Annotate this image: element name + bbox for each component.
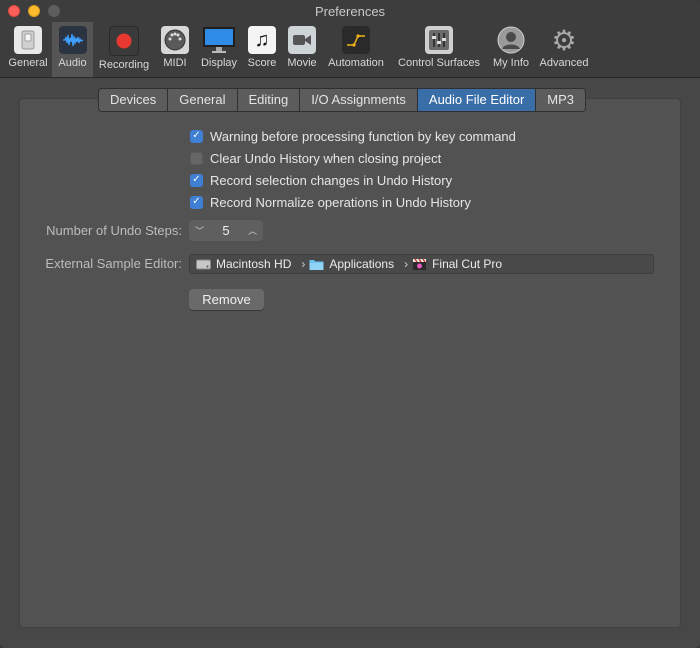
toolbar-item-display[interactable]: Display bbox=[197, 22, 241, 77]
gear-icon: ⚙ bbox=[551, 24, 577, 56]
faders-icon bbox=[425, 26, 453, 54]
option-clear-undo-history[interactable]: Clear Undo History when closing project bbox=[190, 149, 441, 167]
toolbar-item-label: Automation bbox=[328, 57, 384, 69]
toolbar-item-midi[interactable]: MIDI bbox=[158, 22, 192, 77]
toolbar-item-recording[interactable]: Recording bbox=[95, 22, 153, 77]
midi-port-icon bbox=[161, 26, 189, 54]
undo-steps-stepper[interactable]: ﹀ 5 ︿ bbox=[189, 220, 263, 241]
chevron-down-icon[interactable]: ﹀ bbox=[195, 224, 204, 237]
waveform-icon bbox=[58, 26, 87, 54]
window-title: Preferences bbox=[314, 4, 386, 19]
chevron-up-icon[interactable]: ︿ bbox=[248, 224, 257, 237]
toolbar-item-label: Recording bbox=[98, 59, 150, 71]
option-warning-key-command[interactable]: ✓ Warning before processing function by … bbox=[190, 127, 516, 145]
toolbar-item-label: Score bbox=[247, 57, 277, 69]
preferences-toolbar: General Audio Recording MIDI Display ♫ S… bbox=[0, 22, 700, 78]
external-editor-path[interactable]: Macintosh HD › Applications › Final Cut … bbox=[189, 254, 654, 274]
checkbox-record-selection-changes[interactable]: ✓ bbox=[190, 173, 203, 187]
chevron-right-icon: › bbox=[404, 257, 409, 271]
toolbar-item-automation[interactable]: Automation bbox=[324, 22, 388, 77]
music-note-icon: ♫ bbox=[248, 26, 276, 54]
remove-button[interactable]: Remove bbox=[189, 289, 264, 310]
option-label: Record Normalize operations in Undo Hist… bbox=[210, 194, 471, 210]
checkbox-clear-undo-history[interactable] bbox=[190, 151, 203, 165]
chevron-right-icon: › bbox=[301, 257, 306, 271]
option-record-normalize[interactable]: ✓ Record Normalize operations in Undo Hi… bbox=[190, 193, 471, 211]
checkbox-warning-key-command[interactable]: ✓ bbox=[190, 129, 203, 143]
monitor-icon bbox=[202, 26, 236, 54]
toolbar-item-audio[interactable]: Audio bbox=[52, 22, 93, 77]
option-label: Record selection changes in Undo History bbox=[210, 172, 453, 188]
tab-editing[interactable]: Editing bbox=[238, 89, 301, 111]
toolbar-item-my-info[interactable]: My Info bbox=[489, 22, 533, 77]
toolbar-item-label: MIDI bbox=[163, 57, 187, 69]
path-segment-drive[interactable]: Macintosh HD bbox=[196, 257, 291, 271]
path-label-app: Final Cut Pro bbox=[432, 257, 503, 271]
toolbar-item-label: Control Surfaces bbox=[398, 57, 480, 69]
toolbar-item-label: My Info bbox=[492, 57, 530, 69]
option-label: Clear Undo History when closing project bbox=[210, 150, 442, 166]
undo-steps-label: Number of Undo Steps: bbox=[46, 223, 182, 238]
toolbar-item-label: Audio bbox=[58, 57, 87, 69]
toolbar-item-advanced[interactable]: ⚙ Advanced bbox=[537, 22, 591, 77]
tab-io-assignments[interactable]: I/O Assignments bbox=[300, 89, 418, 111]
toolbar-item-general[interactable]: General bbox=[4, 22, 52, 77]
preferences-window: Preferences General Audio Recording MIDI… bbox=[0, 0, 700, 648]
record-icon bbox=[109, 26, 139, 56]
tab-mp3[interactable]: MP3 bbox=[536, 89, 585, 111]
toolbar-item-label: Display bbox=[200, 57, 238, 69]
option-label: Warning before processing function by ke… bbox=[210, 128, 516, 144]
external-editor-label: External Sample Editor: bbox=[45, 256, 182, 271]
toolbar-item-label: Movie bbox=[287, 57, 317, 69]
path-label-drive: Macintosh HD bbox=[216, 257, 292, 271]
folder-icon bbox=[309, 259, 324, 270]
path-segment-applications[interactable]: Applications bbox=[309, 257, 394, 271]
toolbar-item-label: Advanced bbox=[539, 57, 589, 69]
audio-tab-bar: Devices General Editing I/O Assignments … bbox=[98, 88, 587, 112]
toolbar-item-movie[interactable]: Movie bbox=[284, 22, 320, 77]
tab-audio-file-editor[interactable]: Audio File Editor bbox=[417, 89, 537, 111]
toolbar-item-label: General bbox=[8, 57, 48, 69]
undo-steps-value: 5 bbox=[222, 223, 230, 238]
switch-icon bbox=[14, 26, 42, 54]
toolbar-item-score[interactable]: ♫ Score bbox=[245, 22, 279, 77]
user-icon bbox=[497, 26, 525, 54]
path-label-applications: Applications bbox=[329, 257, 395, 271]
title-bar: Preferences bbox=[0, 0, 700, 22]
video-camera-icon bbox=[288, 26, 316, 54]
checkbox-record-normalize[interactable]: ✓ bbox=[190, 195, 203, 209]
tab-general[interactable]: General bbox=[168, 89, 238, 111]
automation-curve-icon bbox=[342, 26, 370, 54]
hard-drive-icon bbox=[196, 259, 211, 269]
toolbar-item-control-surfaces[interactable]: Control Surfaces bbox=[393, 22, 485, 77]
tab-devices[interactable]: Devices bbox=[99, 89, 169, 111]
option-record-selection-changes[interactable]: ✓ Record selection changes in Undo Histo… bbox=[190, 171, 452, 189]
clapperboard-icon bbox=[413, 258, 427, 270]
path-segment-app[interactable]: Final Cut Pro bbox=[412, 257, 502, 271]
